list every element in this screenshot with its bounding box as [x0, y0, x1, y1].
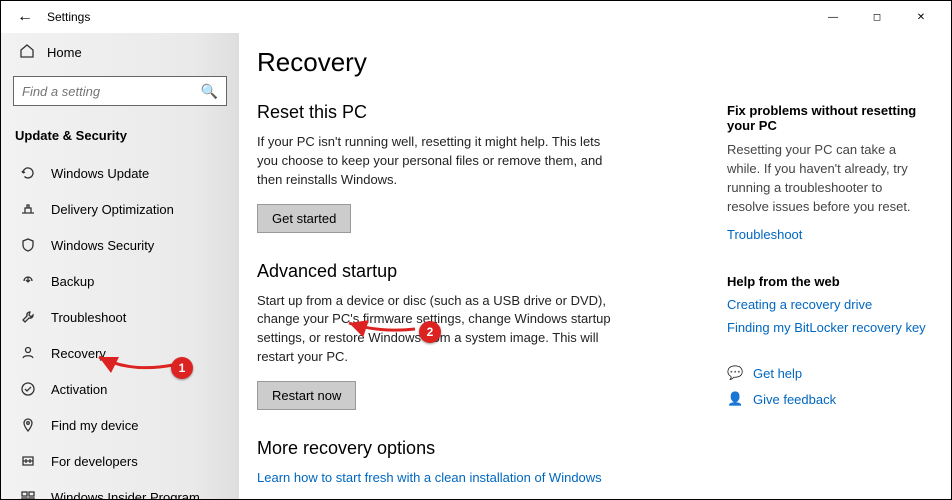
window-title: Settings: [47, 10, 90, 24]
annotation-arrow-2: [343, 315, 423, 344]
person-icon: 👤: [727, 391, 743, 407]
reset-text: If your PC isn't running well, resetting…: [257, 133, 617, 190]
recovery-drive-link[interactable]: Creating a recovery drive: [727, 297, 927, 312]
home-label: Home: [47, 45, 82, 60]
sidebar-item-label: Windows Update: [51, 166, 149, 181]
sidebar-item-windows-update[interactable]: Windows Update: [13, 155, 227, 191]
fix-text: Resetting your PC can take a while. If y…: [727, 141, 927, 216]
shield-icon: [19, 236, 37, 254]
wrench-icon: [19, 308, 37, 326]
sidebar-item-delivery-optimization[interactable]: Delivery Optimization: [13, 191, 227, 227]
main-panel: Recovery Reset this PC If your PC isn't …: [239, 33, 951, 499]
section-reset-pc: Reset this PC If your PC isn't running w…: [257, 102, 727, 233]
annotation-arrow-1: [91, 351, 181, 386]
sidebar-item-label: Windows Insider Program: [51, 490, 200, 500]
aside-panel: Fix problems without resetting your PC R…: [727, 47, 937, 499]
minimize-button[interactable]: —: [811, 2, 855, 32]
sidebar-item-troubleshoot[interactable]: Troubleshoot: [13, 299, 227, 335]
recovery-icon: [19, 344, 37, 362]
search-field[interactable]: [22, 84, 201, 99]
section-advanced-startup: Advanced startup Start up from a device …: [257, 261, 727, 410]
search-icon: 🔍: [201, 83, 218, 100]
fix-heading: Fix problems without resetting your PC: [727, 103, 927, 133]
category-heading: Update & Security: [13, 124, 227, 155]
delivery-icon: [19, 200, 37, 218]
backup-icon: [19, 272, 37, 290]
sidebar-item-backup[interactable]: Backup: [13, 263, 227, 299]
dev-icon: [19, 452, 37, 470]
update-icon: [19, 164, 37, 182]
sidebar-item-windows-security[interactable]: Windows Security: [13, 227, 227, 263]
page-title: Recovery: [257, 47, 727, 78]
search-input[interactable]: 🔍: [13, 76, 227, 106]
troubleshoot-link[interactable]: Troubleshoot: [727, 227, 802, 242]
give-feedback-link[interactable]: 👤 Give feedback: [727, 391, 927, 407]
close-button[interactable]: ✕: [899, 2, 943, 32]
chat-icon: 💬: [727, 365, 743, 381]
more-heading: More recovery options: [257, 438, 727, 459]
sidebar-item-label: Delivery Optimization: [51, 202, 174, 217]
sidebar-item-find-my-device[interactable]: Find my device: [13, 407, 227, 443]
sidebar-item-label: Find my device: [51, 418, 138, 433]
give-feedback-label: Give feedback: [753, 392, 836, 407]
get-help-link[interactable]: 💬 Get help: [727, 365, 927, 381]
restart-now-button[interactable]: Restart now: [257, 381, 356, 410]
home-button[interactable]: Home: [13, 33, 227, 76]
fresh-install-link[interactable]: Learn how to start fresh with a clean in…: [257, 470, 602, 485]
bitlocker-key-link[interactable]: Finding my BitLocker recovery key: [727, 320, 927, 335]
home-icon: [19, 43, 35, 62]
sidebar: Home 🔍 Update & Security Windows Update …: [1, 33, 239, 499]
sidebar-item-label: For developers: [51, 454, 138, 469]
advanced-heading: Advanced startup: [257, 261, 727, 282]
annotation-badge-1: 1: [171, 357, 193, 379]
get-started-button[interactable]: Get started: [257, 204, 351, 233]
help-heading: Help from the web: [727, 274, 927, 289]
sidebar-item-label: Troubleshoot: [51, 310, 126, 325]
sidebar-item-label: Backup: [51, 274, 94, 289]
reset-heading: Reset this PC: [257, 102, 727, 123]
back-button[interactable]: ←: [9, 8, 41, 26]
maximize-button[interactable]: ◻: [855, 2, 899, 32]
titlebar: ← Settings — ◻ ✕: [1, 1, 951, 33]
get-help-label: Get help: [753, 366, 802, 381]
section-more-recovery: More recovery options Learn how to start…: [257, 438, 727, 487]
sidebar-item-for-developers[interactable]: For developers: [13, 443, 227, 479]
sidebar-item-label: Windows Security: [51, 238, 154, 253]
sidebar-item-windows-insider[interactable]: Windows Insider Program: [13, 479, 227, 499]
annotation-badge-2: 2: [419, 321, 441, 343]
insider-icon: [19, 488, 37, 499]
activation-icon: [19, 380, 37, 398]
location-icon: [19, 416, 37, 434]
